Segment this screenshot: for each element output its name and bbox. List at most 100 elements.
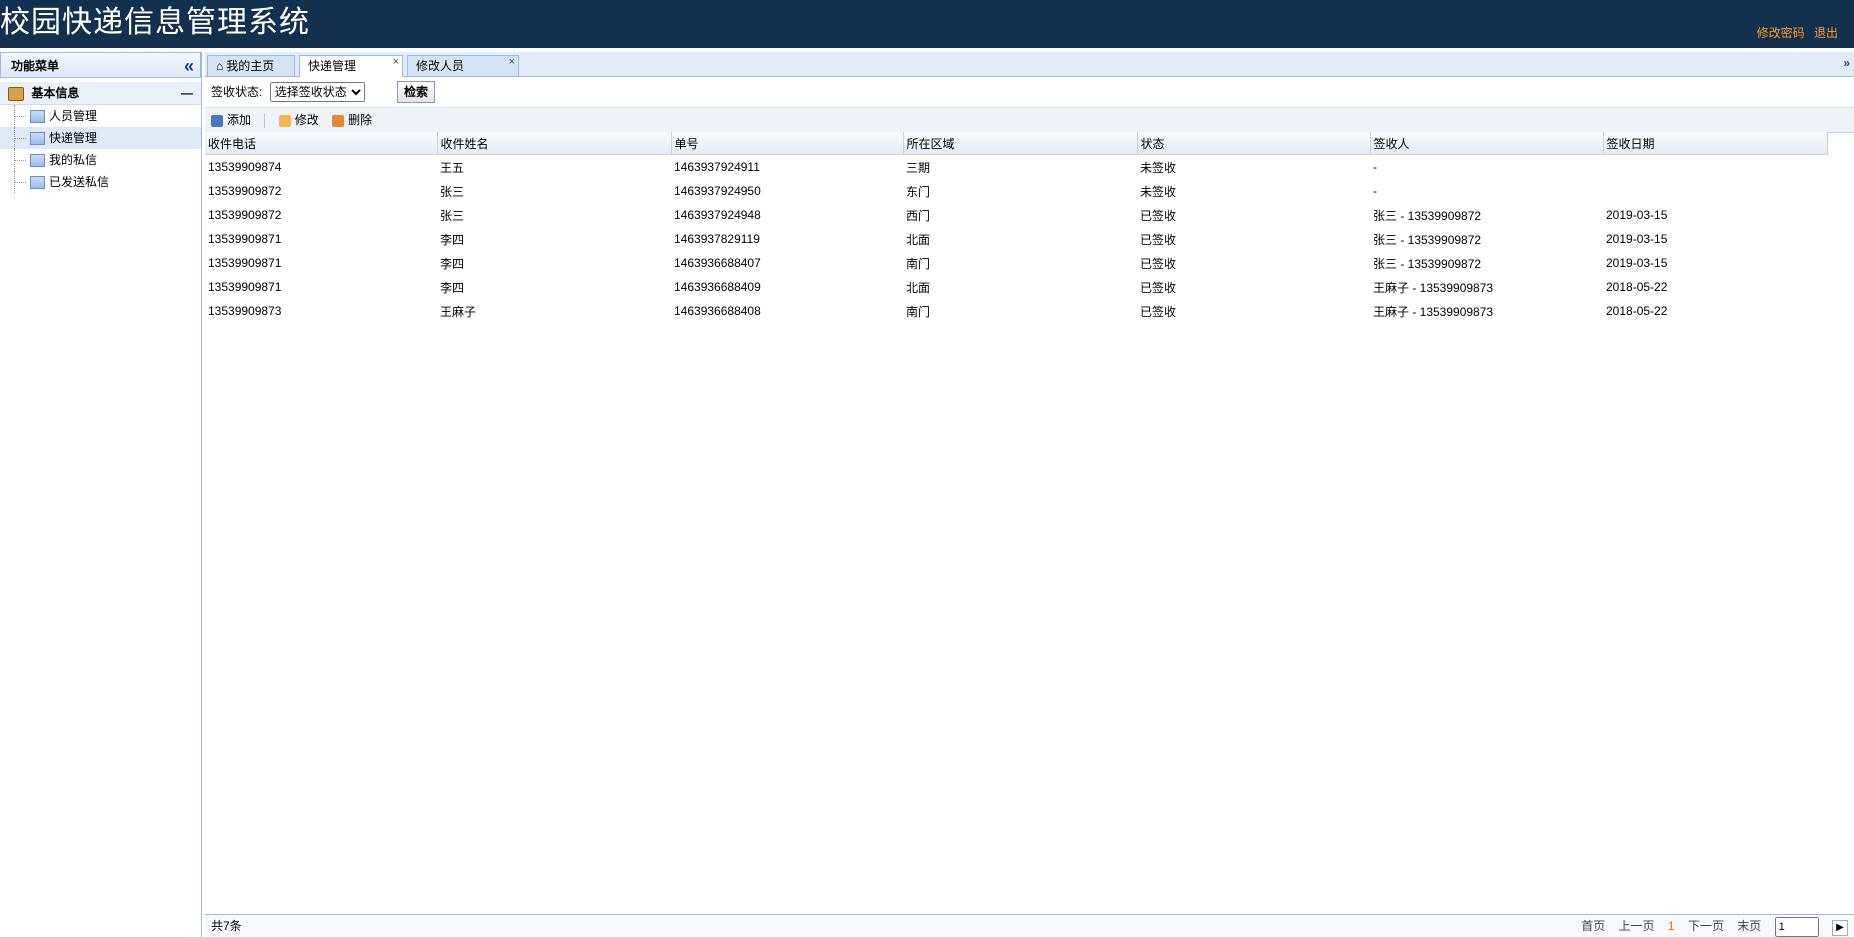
tab-home[interactable]: ⌂ 我的主页 — [207, 55, 295, 76]
add-label: 添加 — [227, 113, 252, 127]
sidebar-item-express[interactable]: 快递管理 — [0, 127, 201, 149]
table-cell: 13539909871 — [208, 256, 282, 270]
express-table: 收件电话 收件姓名 单号 所在区域 状态 签收人 签收日期 1353990987… — [205, 132, 1828, 323]
table-cell: 2019-03-15 — [1606, 232, 1668, 246]
pager: 首页 上一页 1 下一页 末页 ▶ — [1571, 915, 1848, 937]
table-cell: - — [1373, 184, 1377, 198]
column-header[interactable]: 所在区域 — [903, 132, 1138, 155]
sidebar-header: 功能菜单 « — [0, 52, 201, 78]
delete-label: 删除 — [348, 113, 373, 127]
sidebar-item-my-messages[interactable]: 我的私信 — [0, 149, 201, 171]
table-cell — [1603, 179, 1827, 203]
sign-status-label: 签收状态: — [211, 85, 263, 99]
table-cell: 2018-05-22 — [1606, 280, 1668, 294]
main-panel: ⌂ 我的主页 快递管理 × 修改人员 × » 签收状态: 选择签收状态 检索 添加… — [205, 52, 1854, 937]
table-cell: - — [1373, 160, 1377, 174]
table-cell: 南门 — [906, 304, 931, 319]
page-number-input[interactable] — [1774, 917, 1819, 937]
table-cell: 1463936688407 — [674, 256, 761, 270]
group-toggle-icon[interactable]: — — [181, 82, 193, 104]
table-cell: 未签收 — [1140, 160, 1177, 175]
logout-link[interactable]: 退出 — [1814, 26, 1838, 40]
sidebar-group-basic-info[interactable]: 基本信息 — — [0, 82, 201, 105]
table-row[interactable]: 13539909874 王五 1463937924911 三期 未签收 - — [205, 155, 1827, 180]
table-row[interactable]: 13539909871 李四 1463936688409 北面 已签收 王麻子 … — [205, 275, 1827, 299]
table-cell: 东门 — [906, 184, 931, 199]
edit-icon — [278, 114, 291, 127]
table-cell: 三期 — [906, 160, 931, 175]
column-header[interactable]: 签收人 — [1370, 132, 1604, 155]
add-icon — [211, 114, 223, 127]
search-button[interactable]: 检索 — [397, 81, 436, 103]
folder-icon — [8, 86, 24, 101]
sidebar-item-label: 快递管理 — [49, 131, 98, 145]
change-password-link[interactable]: 修改密码 — [1757, 26, 1805, 40]
table-cell: 王麻子 - 13539909873 — [1373, 304, 1494, 319]
table-row[interactable]: 13539909872 张三 1463937924948 西门 已签收 张三 -… — [205, 203, 1827, 227]
tab-express-management[interactable]: 快递管理 × — [299, 55, 403, 77]
tab-label: 修改人员 — [416, 59, 465, 73]
table-icon — [30, 154, 45, 168]
header-links: 修改密码 退出 — [1751, 24, 1838, 41]
total-count: 共7条 — [211, 919, 242, 933]
chevron-down-icon[interactable]: » — [1843, 56, 1850, 70]
table-row[interactable]: 13539909871 李四 1463937829119 北面 已签收 张三 -… — [205, 227, 1827, 251]
table-cell: 1463937924911 — [674, 160, 760, 174]
close-icon[interactable]: × — [393, 52, 399, 72]
table-cell: 南门 — [906, 256, 931, 271]
last-page-link[interactable]: 末页 — [1737, 919, 1761, 933]
express-grid: 收件电话 收件姓名 单号 所在区域 状态 签收人 签收日期 1353990987… — [205, 132, 1854, 323]
table-cell: 张三 - 13539909872 — [1373, 256, 1482, 271]
first-page-link[interactable]: 首页 — [1581, 919, 1605, 933]
next-page-link[interactable]: 下一页 — [1688, 919, 1724, 933]
table-cell: 13539909871 — [208, 280, 282, 294]
sign-status-select[interactable]: 选择签收状态 — [269, 82, 365, 102]
column-header[interactable]: 收件电话 — [205, 132, 438, 155]
collapse-sidebar-icon[interactable]: « — [184, 53, 194, 79]
table-row[interactable]: 13539909872 张三 1463937924950 东门 未签收 - — [205, 179, 1827, 203]
prev-page-link[interactable]: 上一页 — [1619, 919, 1655, 933]
table-cell: 已签收 — [1140, 208, 1177, 223]
toolbar: 添加 修改 删除 — [205, 108, 1854, 133]
tab-label: 快递管理 — [308, 59, 357, 73]
table-cell: 13539909871 — [208, 232, 282, 246]
table-cell: 王麻子 - 13539909873 — [1373, 280, 1494, 295]
edit-button[interactable]: 修改 — [278, 108, 319, 132]
sidebar-item-label: 我的私信 — [49, 153, 98, 167]
column-header[interactable]: 签收日期 — [1603, 132, 1828, 155]
table-row[interactable]: 13539909873 王麻子 1463936688408 南门 已签收 王麻子… — [205, 299, 1827, 323]
sidebar-item-personnel[interactable]: 人员管理 — [0, 105, 201, 127]
table-cell: 1463937924948 — [674, 208, 761, 222]
column-header[interactable]: 收件姓名 — [437, 132, 672, 155]
sidebar-item-sent-messages[interactable]: 已发送私信 — [0, 171, 201, 193]
table-cell: 张三 - 13539909872 — [1373, 208, 1482, 223]
tab-edit-personnel[interactable]: 修改人员 × — [407, 55, 519, 76]
table-icon — [30, 132, 45, 146]
table-cell: 13539909872 — [208, 208, 282, 222]
table-cell: 张三 — [440, 184, 465, 199]
table-cell: 王五 — [440, 160, 465, 175]
table-cell: 13539909872 — [208, 184, 282, 198]
table-header-row: 收件电话 收件姓名 单号 所在区域 状态 签收人 签收日期 — [205, 132, 1828, 155]
table-cell: 已签收 — [1140, 280, 1177, 295]
table-cell: 已签收 — [1140, 304, 1177, 319]
delete-button[interactable]: 删除 — [332, 108, 372, 132]
go-arrow-icon[interactable]: ▶ — [1832, 920, 1848, 936]
close-icon[interactable]: × — [509, 52, 515, 72]
table-cell: 1463936688408 — [674, 304, 761, 318]
table-row[interactable]: 13539909871 李四 1463936688407 南门 已签收 张三 -… — [205, 251, 1827, 275]
table-cell: 李四 — [440, 280, 465, 295]
tab-label: 我的主页 — [226, 59, 275, 73]
table-cell: 2019-03-15 — [1606, 208, 1668, 222]
table-cell: 已签收 — [1140, 256, 1177, 271]
table-cell: 李四 — [440, 232, 465, 247]
add-button[interactable]: 添加 — [211, 108, 251, 132]
sidebar-group-label: 基本信息 — [31, 86, 80, 100]
current-page: 1 — [1667, 919, 1675, 933]
column-header[interactable]: 状态 — [1137, 132, 1371, 155]
table-cell: 1463937829119 — [674, 232, 760, 246]
table-cell: 北面 — [906, 232, 931, 247]
table-cell: 2018-05-22 — [1606, 304, 1668, 318]
tab-strip: ⌂ 我的主页 快递管理 × 修改人员 × » — [205, 52, 1854, 77]
column-header[interactable]: 单号 — [671, 132, 904, 155]
